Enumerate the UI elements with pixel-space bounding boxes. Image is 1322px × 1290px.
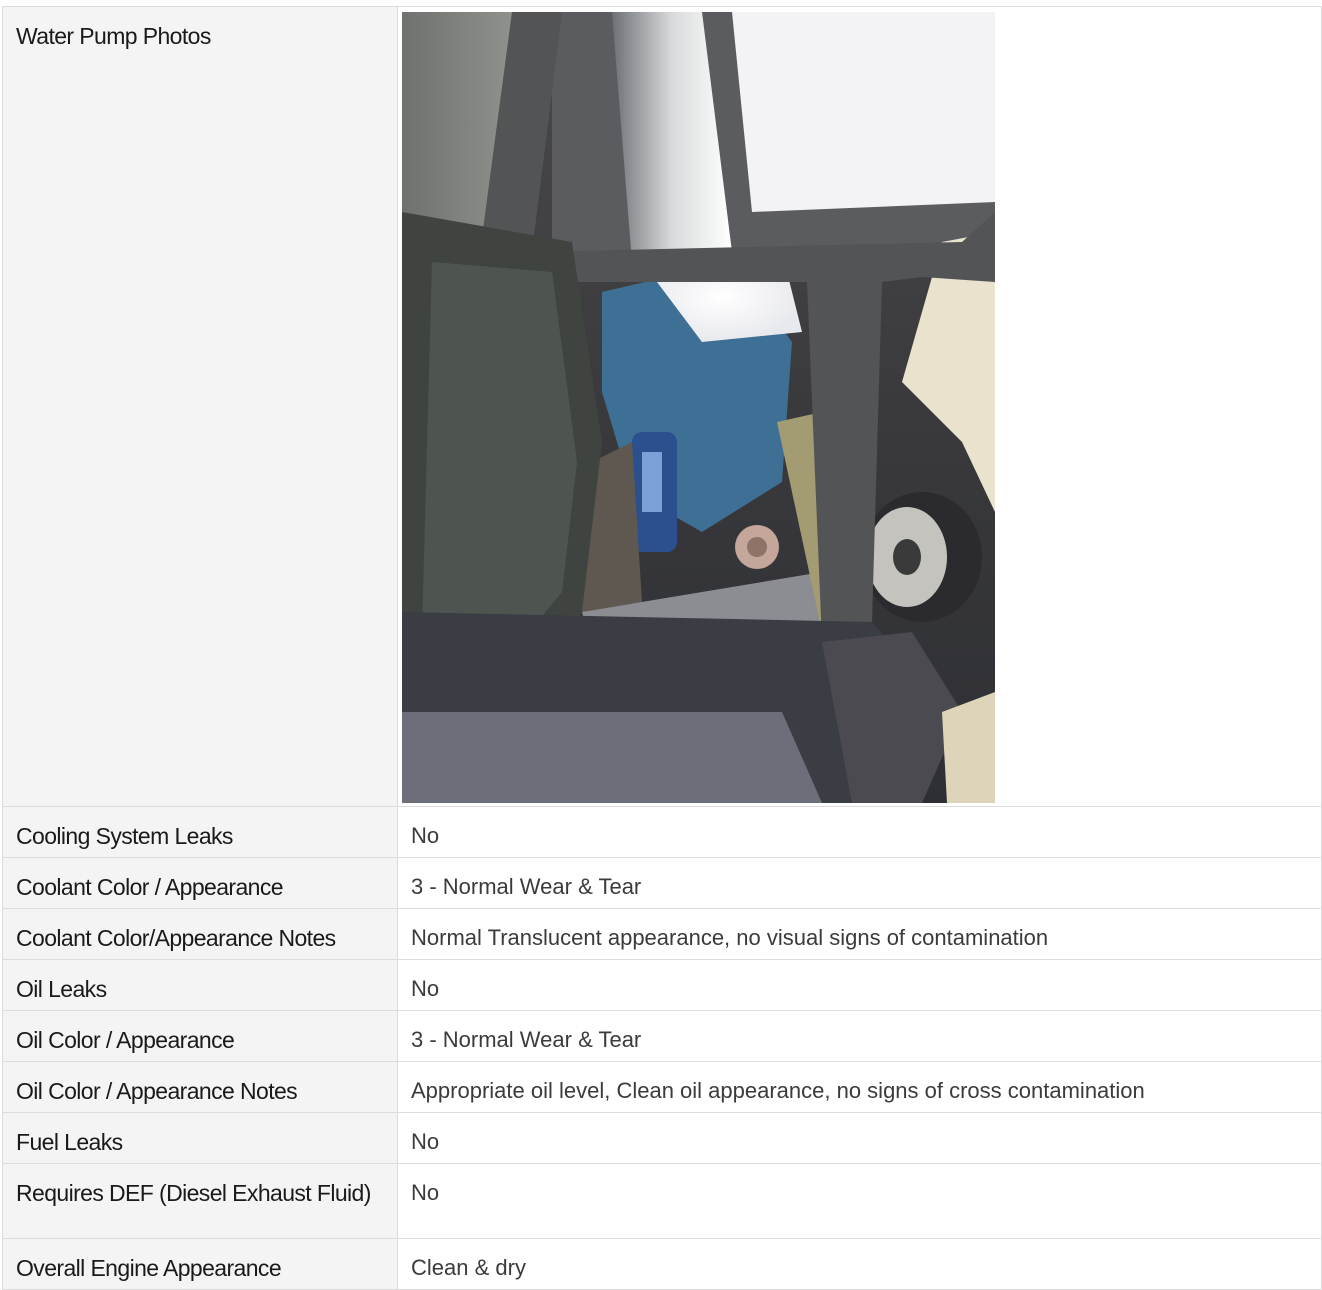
water-pump-photo[interactable] xyxy=(402,12,995,803)
table-row-fuel-leaks: Fuel Leaks No xyxy=(2,1112,1322,1164)
inspection-table: Water Pump Photos Cooling System Leaks N… xyxy=(2,6,1322,1290)
row-label: Coolant Color / Appearance xyxy=(2,857,398,909)
row-label: Cooling System Leaks xyxy=(2,806,398,858)
row-value: No xyxy=(397,1112,1322,1164)
photo-cell xyxy=(397,6,1322,807)
table-row-coolant-color: Coolant Color / Appearance 3 - Normal We… xyxy=(2,857,1322,909)
row-value: 3 - Normal Wear & Tear xyxy=(397,857,1322,909)
table-row-oil-color: Oil Color / Appearance 3 - Normal Wear &… xyxy=(2,1010,1322,1062)
table-row-cooling-system-leaks: Cooling System Leaks No xyxy=(2,806,1322,858)
table-row-oil-leaks: Oil Leaks No xyxy=(2,959,1322,1011)
row-value: No xyxy=(397,959,1322,1011)
table-row-oil-notes: Oil Color / Appearance Notes Appropriate… xyxy=(2,1061,1322,1113)
row-value: Clean & dry xyxy=(397,1238,1322,1290)
row-value: Appropriate oil level, Clean oil appeara… xyxy=(397,1061,1322,1113)
row-label: Water Pump Photos xyxy=(2,6,398,807)
row-label: Fuel Leaks xyxy=(2,1112,398,1164)
row-value: No xyxy=(397,806,1322,858)
table-row-overall-engine: Overall Engine Appearance Clean & dry xyxy=(2,1238,1322,1290)
table-row-coolant-notes: Coolant Color/Appearance Notes Normal Tr… xyxy=(2,908,1322,960)
table-row-water-pump-photos: Water Pump Photos xyxy=(2,6,1322,807)
row-value: Normal Translucent appearance, no visual… xyxy=(397,908,1322,960)
row-value: 3 - Normal Wear & Tear xyxy=(397,1010,1322,1062)
row-label: Oil Leaks xyxy=(2,959,398,1011)
row-value: No xyxy=(397,1163,1322,1239)
row-label: Coolant Color/Appearance Notes xyxy=(2,908,398,960)
row-label: Requires DEF (Diesel Exhaust Fluid) xyxy=(2,1163,398,1239)
row-label: Overall Engine Appearance xyxy=(2,1238,398,1290)
row-label: Oil Color / Appearance xyxy=(2,1010,398,1062)
row-label: Oil Color / Appearance Notes xyxy=(2,1061,398,1113)
table-row-requires-def: Requires DEF (Diesel Exhaust Fluid) No xyxy=(2,1163,1322,1239)
